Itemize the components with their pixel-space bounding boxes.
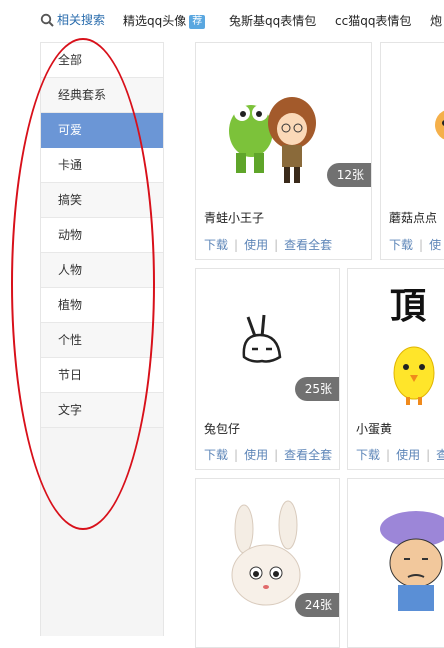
sticker-count-badge: 12张: [326, 163, 371, 187]
pig-hat-character-image: [380, 511, 444, 611]
card-thumbnail[interactable]: [381, 43, 444, 195]
category-animals[interactable]: 动物: [41, 218, 163, 253]
chick-image: [393, 346, 435, 405]
separator: |: [274, 238, 279, 252]
card-thumbnail[interactable]: 頂: [348, 269, 444, 421]
card-thumbnail[interactable]: [348, 479, 444, 631]
category-holidays[interactable]: 节日: [41, 358, 163, 393]
category-people[interactable]: 人物: [41, 253, 163, 288]
category-cute[interactable]: 可爱: [41, 113, 163, 148]
search-icon: [40, 13, 54, 27]
download-link[interactable]: 下载: [204, 238, 228, 252]
use-link[interactable]: 使用: [244, 238, 268, 252]
card-title[interactable]: 蘑菇点点: [389, 209, 437, 226]
use-link[interactable]: 使: [429, 238, 441, 252]
separator: |: [274, 448, 279, 462]
card-actions: 下载 | 使: [389, 236, 441, 253]
emoji-card[interactable]: 蘑菇点点 下载 | 使: [380, 42, 444, 260]
emoji-card[interactable]: [347, 478, 444, 648]
card-title[interactable]: 青蛙小王子: [204, 209, 264, 226]
card-actions: 下载 | 使用 | 查看全套: [204, 446, 332, 463]
related-search-label[interactable]: 相关搜索: [40, 11, 105, 28]
view-all-link[interactable]: 查看全套: [284, 238, 332, 252]
category-classic-sets[interactable]: 经典套系: [41, 78, 163, 113]
category-sidebar: 全部 经典套系 可爱 卡通 搞笑 动物 人物 植物 个性 节日 文字: [40, 42, 164, 636]
card-actions: 下载 | 使用 | 查看全套: [204, 236, 332, 253]
card-actions: 下载 | 使用 | 查: [356, 446, 444, 463]
separator: |: [234, 448, 239, 462]
related-search-bar: 相关搜索 精选qq头像荐 兔斯基qq表情包 cc猫qq表情包 炮: [0, 0, 444, 38]
use-link[interactable]: 使用: [396, 448, 420, 462]
category-all[interactable]: 全部: [41, 43, 163, 78]
related-link-pao[interactable]: 炮: [430, 12, 442, 29]
download-link[interactable]: 下载: [356, 448, 380, 462]
related-search-text: 相关搜索: [57, 13, 106, 27]
download-link[interactable]: 下载: [204, 448, 228, 462]
related-link-tusiji[interactable]: 兔斯基qq表情包: [229, 12, 316, 29]
separator: |: [426, 448, 431, 462]
card-title[interactable]: 兔包仔: [204, 420, 240, 437]
emoji-card[interactable]: 25张 兔包仔 下载 | 使用 | 查看全套: [195, 268, 340, 470]
emoji-card[interactable]: 頂 小蛋黄 下载 | 使用 | 查: [347, 268, 444, 470]
recommended-badge: 荐: [189, 15, 206, 29]
category-cartoon[interactable]: 卡通: [41, 148, 163, 183]
category-plants[interactable]: 植物: [41, 288, 163, 323]
separator: |: [419, 238, 424, 252]
separator: |: [386, 448, 391, 462]
category-funny[interactable]: 搞笑: [41, 183, 163, 218]
emoji-card[interactable]: 12张 青蛙小王子 下载 | 使用 | 查看全套: [195, 42, 372, 260]
view-all-link[interactable]: 查看全套: [284, 448, 332, 462]
emoji-card[interactable]: 24张: [195, 478, 340, 648]
sticker-count-badge: 24张: [294, 593, 339, 617]
separator: |: [234, 238, 239, 252]
related-link-cc-cat[interactable]: cc猫qq表情包: [335, 12, 411, 29]
link-text: 精选qq头像: [123, 14, 187, 28]
download-link[interactable]: 下载: [389, 238, 413, 252]
mushroom-image: [435, 110, 444, 140]
card-title[interactable]: 小蛋黄: [356, 420, 392, 437]
use-link[interactable]: 使用: [244, 448, 268, 462]
view-all-link[interactable]: 查: [436, 448, 444, 462]
sticker-count-badge: 25张: [294, 377, 339, 401]
category-text[interactable]: 文字: [41, 393, 163, 428]
related-link-qq-avatar[interactable]: 精选qq头像荐: [123, 12, 206, 29]
category-personality[interactable]: 个性: [41, 323, 163, 358]
